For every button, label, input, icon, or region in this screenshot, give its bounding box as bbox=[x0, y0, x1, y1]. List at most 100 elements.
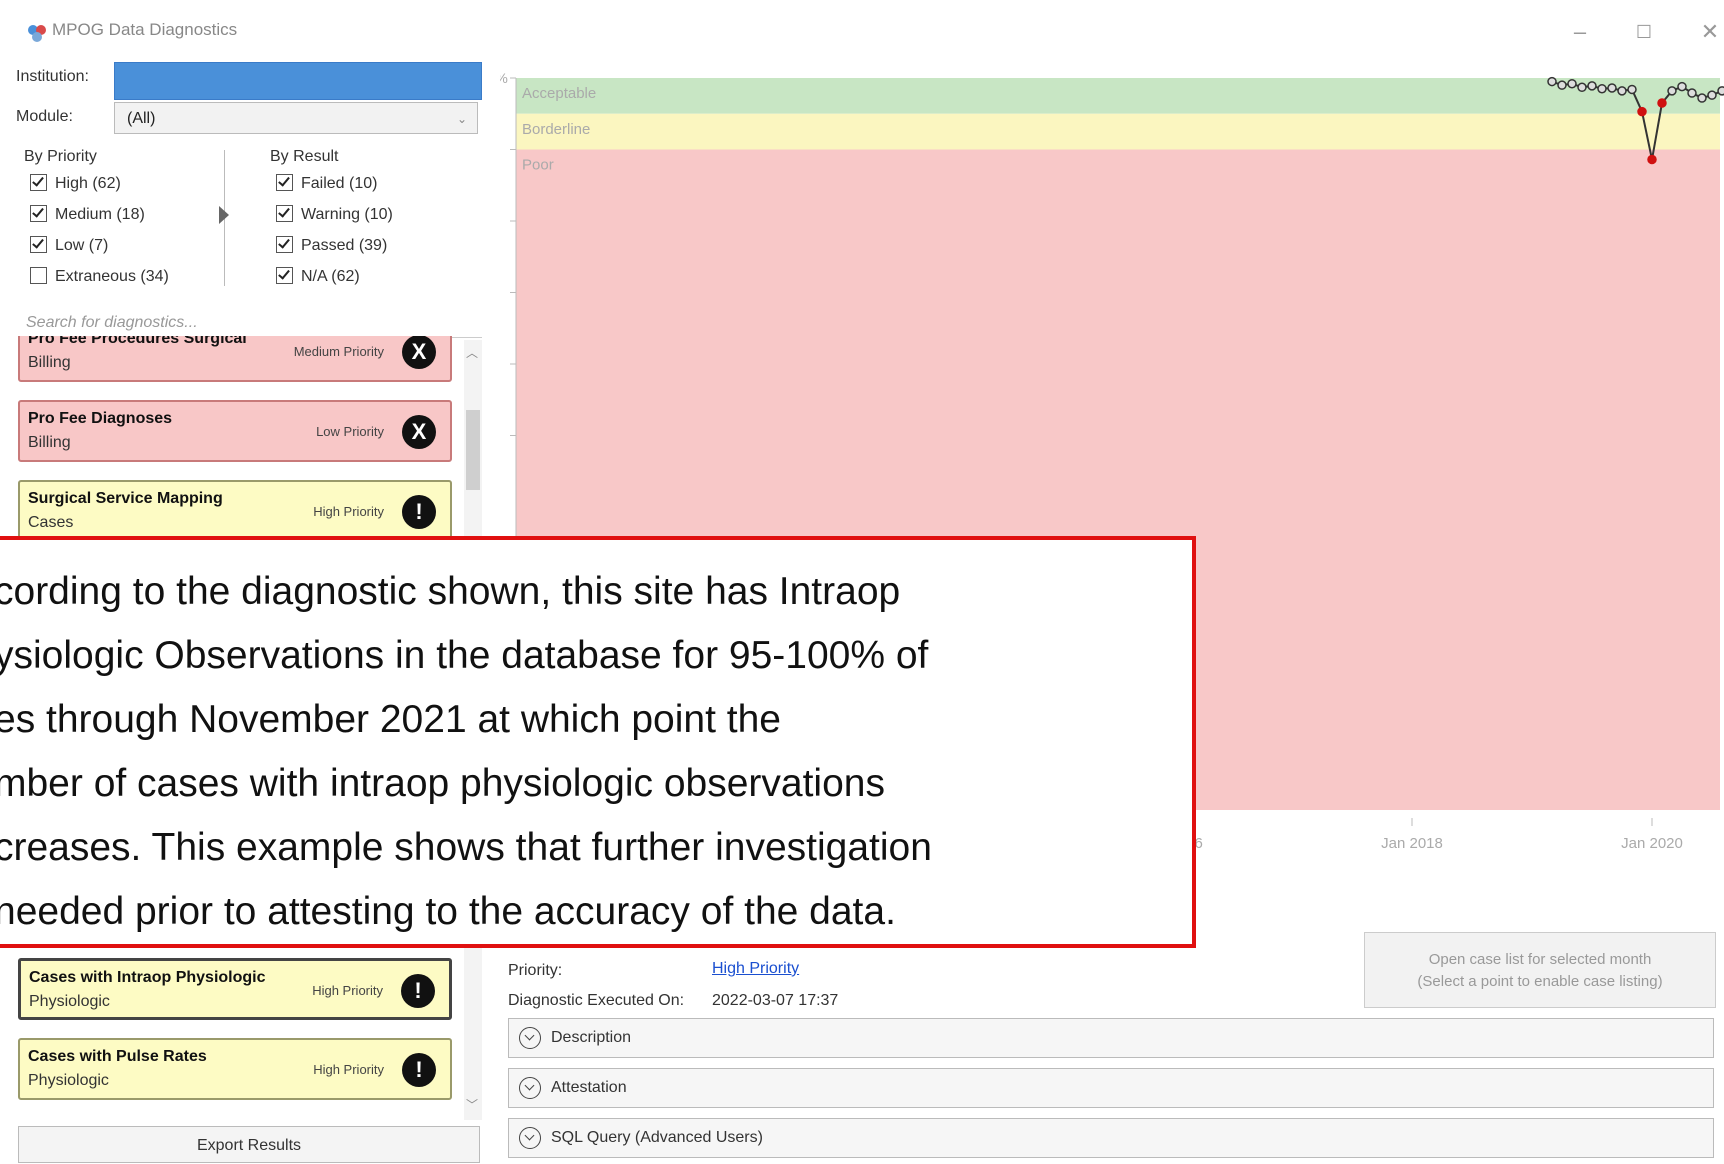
filter-na[interactable]: N/A (62) bbox=[276, 265, 393, 289]
data-point[interactable] bbox=[1638, 108, 1646, 116]
filter-low[interactable]: Low (7) bbox=[30, 234, 169, 258]
data-point[interactable] bbox=[1678, 83, 1686, 91]
data-point[interactable] bbox=[1718, 87, 1724, 95]
checkbox-passed[interactable] bbox=[276, 236, 293, 253]
data-point[interactable] bbox=[1578, 83, 1586, 91]
x-axis: Jan 2016Jan 2018Jan 2020Jan 2022 bbox=[1141, 818, 1724, 852]
data-point[interactable] bbox=[1648, 156, 1656, 164]
diagnostic-card[interactable]: Surgical Service Mapping Cases High Prio… bbox=[18, 480, 452, 542]
annotation-line: needed prior to attesting to the accurac… bbox=[0, 880, 1194, 944]
filter-extraneous[interactable]: Extraneous (34) bbox=[30, 265, 169, 289]
institution-label: Institution: bbox=[16, 68, 89, 86]
diagnostic-module: Physiologic bbox=[29, 993, 110, 1011]
checkbox-na[interactable] bbox=[276, 267, 293, 284]
scrollbar-thumb[interactable] bbox=[466, 410, 480, 490]
checkbox-failed[interactable] bbox=[276, 174, 293, 191]
data-point[interactable] bbox=[1658, 99, 1666, 107]
diagnostic-priority: Medium Priority bbox=[294, 344, 384, 359]
result-filter-group: Failed (10) Warning (10) Passed (39) N/A… bbox=[276, 172, 393, 289]
checkbox-extraneous[interactable] bbox=[30, 267, 47, 284]
diagnostic-title: Cases with Pulse Rates bbox=[28, 1048, 207, 1066]
data-point[interactable] bbox=[1588, 82, 1596, 90]
expander-label: SQL Query (Advanced Users) bbox=[551, 1129, 763, 1147]
annotation-line: mber of cases with intraop physiologic o… bbox=[0, 752, 1194, 816]
priority-link[interactable]: High Priority bbox=[712, 960, 799, 978]
expander-label: Attestation bbox=[551, 1079, 627, 1097]
diagnostic-module: Billing bbox=[28, 354, 71, 372]
data-point[interactable] bbox=[1558, 81, 1566, 89]
diagnostic-priority: High Priority bbox=[313, 504, 384, 519]
module-select-value: (All) bbox=[127, 110, 155, 127]
caret-right-icon[interactable] bbox=[219, 206, 229, 224]
data-point[interactable] bbox=[1598, 85, 1606, 93]
diagnostic-title: Pro Fee Diagnoses bbox=[28, 410, 172, 428]
app-logo-icon bbox=[26, 22, 48, 44]
maximize-button[interactable]: ☐ bbox=[1624, 14, 1664, 50]
checkbox-warning[interactable] bbox=[276, 205, 293, 222]
checkbox-low[interactable] bbox=[30, 236, 47, 253]
data-point[interactable] bbox=[1698, 94, 1706, 102]
filter-medium[interactable]: Medium (18) bbox=[30, 203, 169, 227]
annotation-callout: cording to the diagnostic shown, this si… bbox=[0, 536, 1196, 948]
annotation-line: creases. This example shows that further… bbox=[0, 816, 1194, 880]
data-point[interactable] bbox=[1568, 80, 1576, 88]
executed-value: 2022-03-07 17:37 bbox=[712, 992, 838, 1010]
data-point[interactable] bbox=[1608, 84, 1616, 92]
x-tick-label: Jan 2018 bbox=[1381, 835, 1443, 852]
data-point[interactable] bbox=[1628, 85, 1636, 93]
search-input[interactable]: Search for diagnostics... bbox=[18, 308, 482, 338]
data-point[interactable] bbox=[1618, 87, 1626, 95]
warning-exclamation-icon: ! bbox=[402, 495, 436, 529]
priority-label: Priority: bbox=[508, 962, 562, 980]
executed-label: Diagnostic Executed On: bbox=[508, 992, 684, 1010]
priority-filter-group: High (62) Medium (18) Low (7) Extraneous… bbox=[30, 172, 169, 289]
diagnostic-title: Cases with Intraop Physiologic bbox=[29, 969, 266, 987]
expander-label: Description bbox=[551, 1029, 631, 1047]
failed-x-icon: X bbox=[402, 336, 436, 369]
close-button[interactable]: ✕ bbox=[1690, 14, 1724, 50]
by-result-label: By Result bbox=[270, 148, 338, 166]
by-priority-label: By Priority bbox=[24, 148, 97, 166]
x-tick-label: Jan 2020 bbox=[1621, 835, 1683, 852]
band-label: Borderline bbox=[522, 121, 590, 138]
chevron-down-icon[interactable]: ﹀ bbox=[466, 1096, 478, 1113]
module-select[interactable]: (All) ⌄ bbox=[114, 102, 478, 134]
checkbox-medium[interactable] bbox=[30, 205, 47, 222]
open-case-list-button[interactable]: Open case list for selected month (Selec… bbox=[1364, 932, 1716, 1008]
open-case-line2: (Select a point to enable case listing) bbox=[1365, 971, 1715, 993]
diagnostic-card[interactable]: Pro Fee Procedures Surgical Billing Medi… bbox=[18, 336, 452, 382]
diagnostic-card-selected[interactable]: Cases with Intraop Physiologic Physiolog… bbox=[18, 958, 452, 1020]
module-label: Module: bbox=[16, 108, 73, 126]
band-label: Acceptable bbox=[522, 85, 596, 102]
annotation-text: cording to the diagnostic shown, this si… bbox=[0, 560, 1194, 944]
description-expander[interactable]: Description bbox=[508, 1018, 1714, 1058]
filter-high[interactable]: High (62) bbox=[30, 172, 169, 196]
institution-field[interactable] bbox=[114, 62, 482, 100]
filter-warning[interactable]: Warning (10) bbox=[276, 203, 393, 227]
checkbox-high[interactable] bbox=[30, 174, 47, 191]
expand-chevron-icon bbox=[519, 1077, 541, 1099]
export-results-button[interactable]: Export Results bbox=[18, 1126, 480, 1163]
data-point[interactable] bbox=[1668, 87, 1676, 95]
y-tick-label: 100% bbox=[500, 70, 508, 86]
diagnostic-priority: High Priority bbox=[313, 1062, 384, 1077]
data-point[interactable] bbox=[1708, 91, 1716, 99]
minimize-button[interactable]: – bbox=[1560, 14, 1600, 50]
sql-query-expander[interactable]: SQL Query (Advanced Users) bbox=[508, 1118, 1714, 1158]
chevron-up-icon[interactable]: ︿ bbox=[466, 344, 478, 361]
filter-passed[interactable]: Passed (39) bbox=[276, 234, 393, 258]
diagnostic-card[interactable]: Pro Fee Diagnoses Billing Low Priority X bbox=[18, 400, 452, 462]
data-point[interactable] bbox=[1548, 78, 1556, 86]
warning-exclamation-icon: ! bbox=[402, 1053, 436, 1087]
filter-failed[interactable]: Failed (10) bbox=[276, 172, 393, 196]
data-point[interactable] bbox=[1688, 89, 1696, 97]
diagnostic-title: Pro Fee Procedures Surgical bbox=[28, 336, 247, 348]
band-label: Poor bbox=[522, 157, 554, 174]
diagnostic-module: Cases bbox=[28, 514, 73, 532]
expand-chevron-icon bbox=[519, 1127, 541, 1149]
diagnostic-priority: High Priority bbox=[312, 983, 383, 998]
attestation-expander[interactable]: Attestation bbox=[508, 1068, 1714, 1108]
expand-chevron-icon bbox=[519, 1027, 541, 1049]
annotation-line: cording to the diagnostic shown, this si… bbox=[0, 560, 1194, 624]
diagnostic-card[interactable]: Cases with Pulse Rates Physiologic High … bbox=[18, 1038, 452, 1100]
